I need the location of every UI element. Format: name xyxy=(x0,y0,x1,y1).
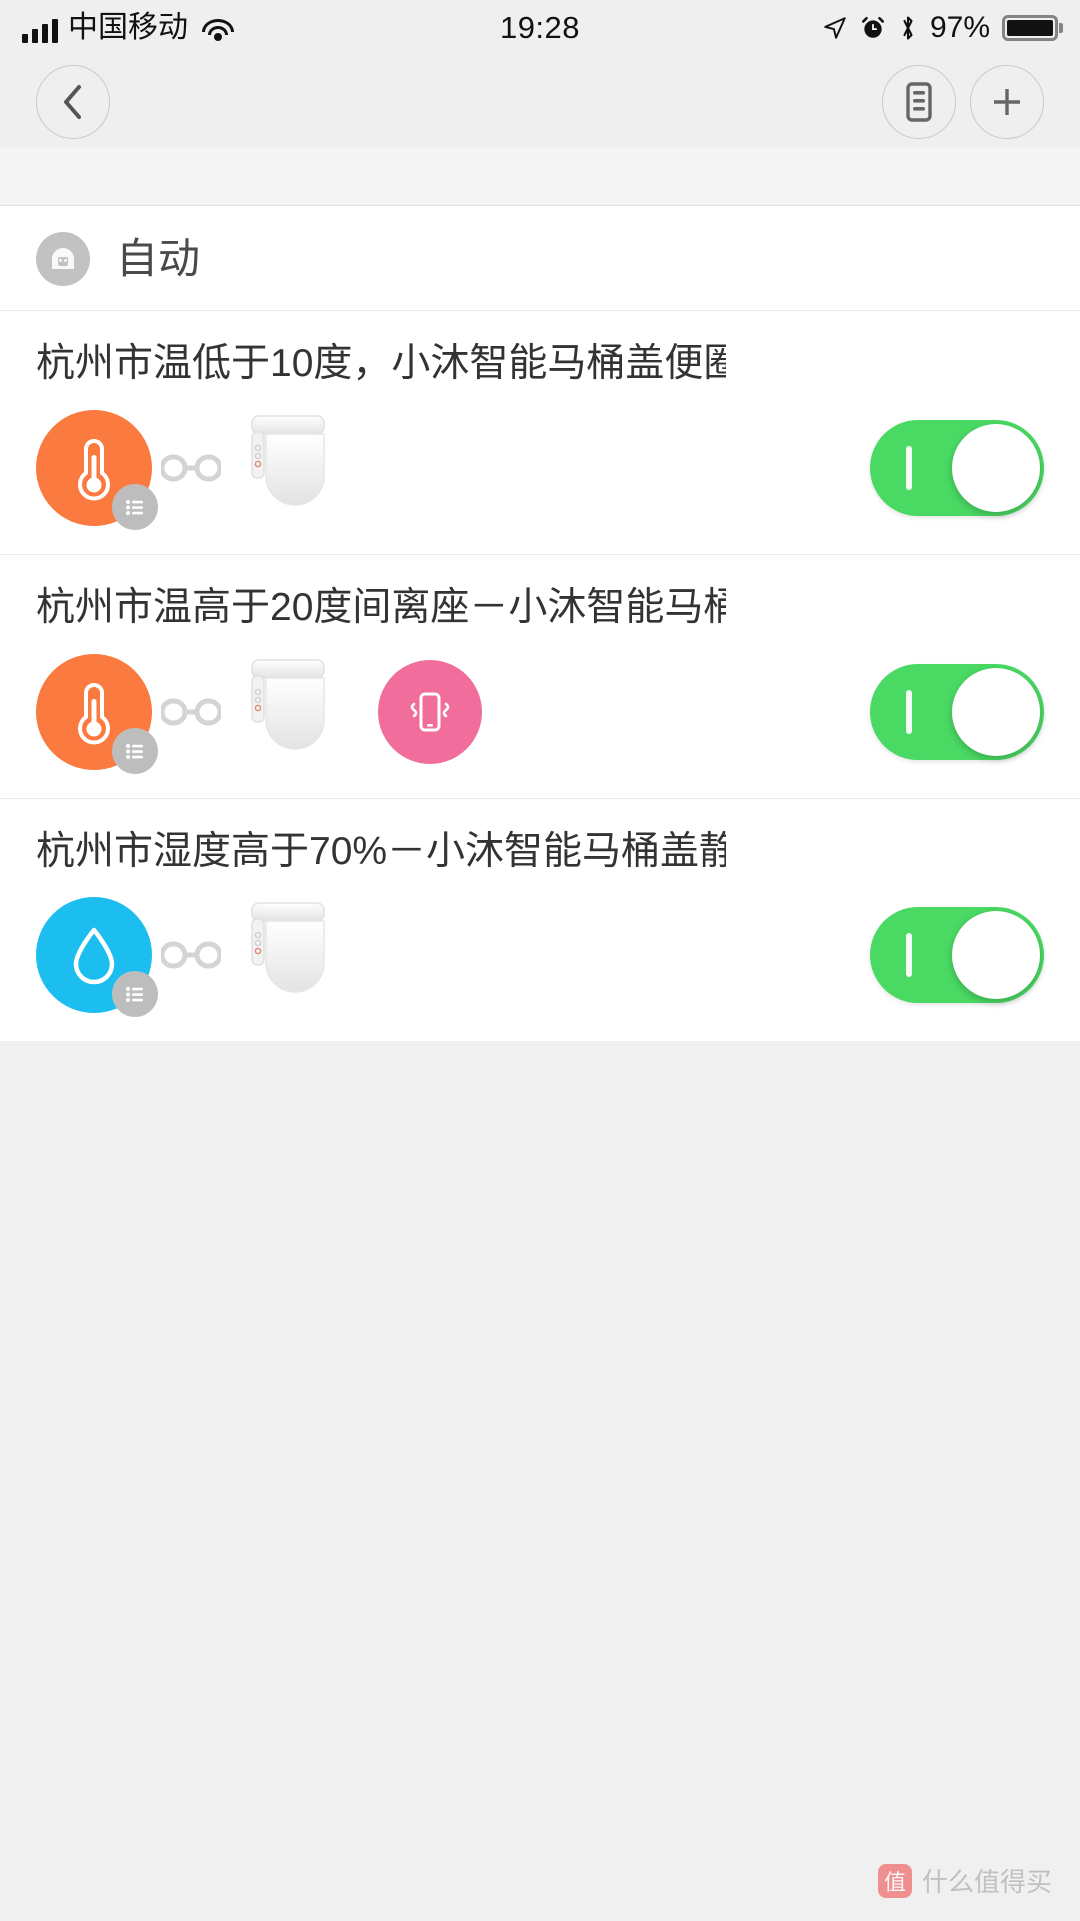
rule-icons-row xyxy=(36,652,1044,774)
rule-icons-row xyxy=(36,408,1044,530)
chain-link-icon xyxy=(152,451,230,485)
status-bar: 中国移动 19:28 97% xyxy=(0,0,1080,56)
smart-toilet-seat-icon xyxy=(234,899,340,1011)
section-header-automation: 自动 xyxy=(0,206,1080,311)
battery-full-icon xyxy=(1002,15,1058,41)
log-button[interactable] xyxy=(882,65,956,139)
toggle-knob xyxy=(952,423,1040,512)
rule-toggle[interactable] xyxy=(870,907,1044,1004)
toggle-knob xyxy=(952,911,1040,1000)
rule-title: 杭州市湿度高于70%－小沐智能马桶盖静… xyxy=(36,829,726,873)
log-list-icon xyxy=(906,82,932,122)
rule-icons-row xyxy=(36,895,1044,1018)
list-badge-icon xyxy=(112,971,158,1018)
automation-rule-row[interactable]: 杭州市湿度高于70%－小沐智能马桶盖静… xyxy=(0,799,1080,1042)
rule-title: 杭州市温高于20度间离座－小沐智能马桶… xyxy=(36,585,726,629)
watermark-text: 什么值得买 xyxy=(921,1867,1052,1897)
robot-icon xyxy=(36,232,90,286)
list-badge-icon xyxy=(112,483,158,530)
app-screen: 中国移动 19:28 97% 自动 杭州市温低于10度，小沐智能马桶盖便圈… 杭… xyxy=(0,0,1080,1921)
toggle-knob xyxy=(952,667,1040,756)
rule-toggle[interactable] xyxy=(870,419,1044,516)
thermometer-icon xyxy=(78,438,110,501)
condition-icon-group[interactable] xyxy=(36,897,158,1018)
plus-icon xyxy=(994,89,1020,115)
content-spacer xyxy=(0,148,1080,206)
toggle-on-bar xyxy=(906,445,912,490)
toggle-on-bar xyxy=(906,933,912,978)
automation-card: 自动 杭州市温低于10度，小沐智能马桶盖便圈… 杭州市温高于20度间离座－小沐智… xyxy=(0,206,1080,1042)
add-button[interactable] xyxy=(970,65,1044,139)
smart-toilet-seat-icon xyxy=(234,412,340,524)
watermark: 值 什么值得买 xyxy=(877,1862,1052,1899)
phone-vibrate-icon xyxy=(410,692,450,732)
back-button[interactable] xyxy=(36,65,110,139)
watermark-badge: 值 xyxy=(877,1863,912,1898)
automation-rule-row[interactable]: 杭州市温高于20度间离座－小沐智能马桶… xyxy=(0,555,1080,799)
chevron-left-icon xyxy=(64,85,81,119)
condition-icon-group[interactable] xyxy=(36,409,158,530)
section-title: 自动 xyxy=(116,235,201,282)
water-drop-icon xyxy=(73,928,115,985)
smart-toilet-seat-icon xyxy=(234,656,340,768)
toggle-on-bar xyxy=(906,689,912,734)
automation-rule-row[interactable]: 杭州市温低于10度，小沐智能马桶盖便圈… xyxy=(0,311,1080,555)
chain-link-icon xyxy=(152,938,230,972)
nav-bar xyxy=(0,56,1080,148)
chain-link-icon xyxy=(152,695,230,729)
action-circle[interactable] xyxy=(378,659,482,764)
nav-bar-actions xyxy=(882,65,1044,139)
list-badge-icon xyxy=(112,727,158,774)
condition-icon-group[interactable] xyxy=(36,653,158,774)
rule-toggle[interactable] xyxy=(870,663,1044,760)
rule-title: 杭州市温低于10度，小沐智能马桶盖便圈… xyxy=(36,342,726,385)
status-bar-clock: 19:28 xyxy=(499,10,581,45)
thermometer-icon xyxy=(78,682,110,744)
